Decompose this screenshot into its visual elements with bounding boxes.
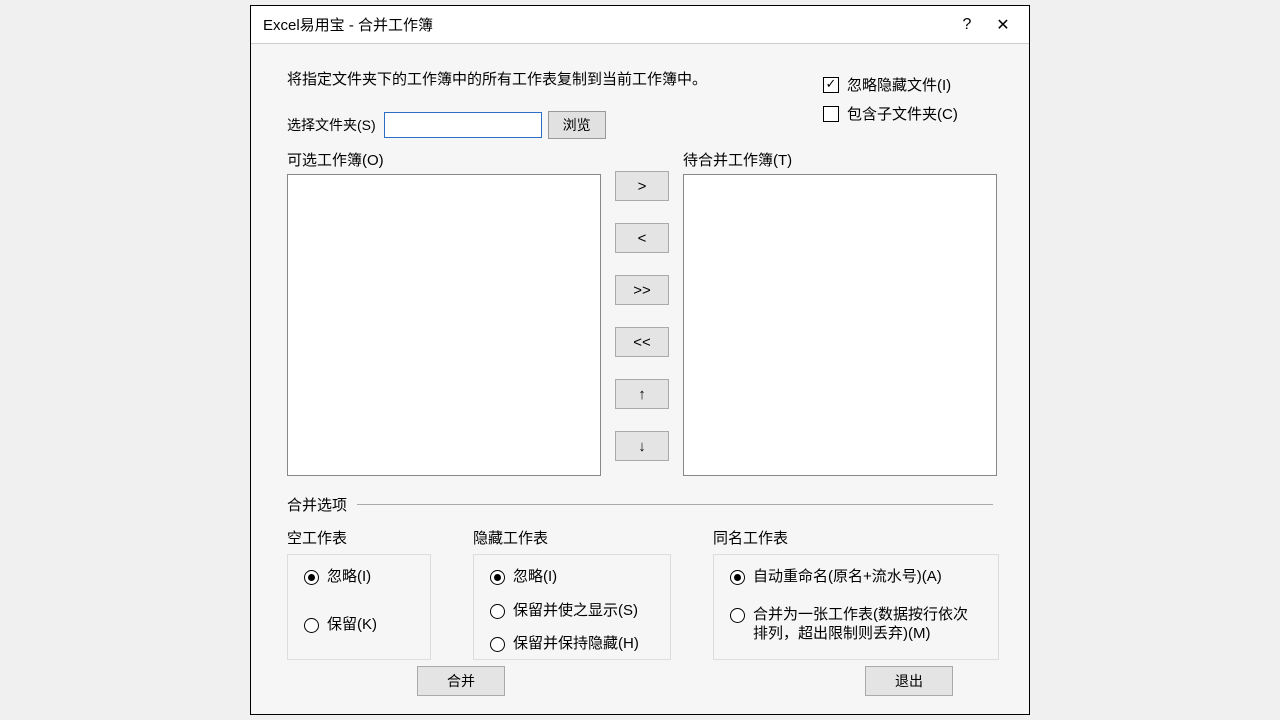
available-list-label: 可选工作簿(O) [287, 149, 601, 170]
dialog-content: 将指定文件夹下的工作簿中的所有工作表复制到当前工作簿中。 选择文件夹(S) 浏览… [251, 44, 1029, 714]
samename-merge-radio[interactable] [730, 608, 745, 623]
close-icon[interactable]: ✕ [985, 10, 1021, 40]
folder-input[interactable] [384, 112, 542, 138]
move-left-button[interactable]: < [615, 223, 669, 253]
help-icon[interactable]: ? [949, 10, 985, 40]
move-right-button[interactable]: > [615, 171, 669, 201]
hidden-ignore-radio[interactable] [490, 570, 505, 585]
hidden-show-radio[interactable] [490, 604, 505, 619]
available-listbox[interactable] [287, 174, 601, 476]
move-all-right-button[interactable]: >> [615, 275, 669, 305]
description-text: 将指定文件夹下的工作簿中的所有工作表复制到当前工作簿中。 [287, 68, 823, 89]
dialog-title: Excel易用宝 - 合并工作簿 [263, 14, 949, 35]
empty-keep-radio[interactable] [304, 618, 319, 633]
move-all-left-button[interactable]: << [615, 327, 669, 357]
samename-sheet-title: 同名工作表 [713, 527, 999, 548]
samename-merge-label: 合并为一张工作表(数据按行依次排列，超出限制则丢弃)(M) [753, 605, 982, 644]
empty-ignore-radio[interactable] [304, 570, 319, 585]
divider [357, 504, 993, 505]
hidden-keep-radio[interactable] [490, 637, 505, 652]
merge-workbooks-dialog: Excel易用宝 - 合并工作簿 ? ✕ 将指定文件夹下的工作簿中的所有工作表复… [250, 5, 1030, 715]
empty-keep-label: 保留(K) [327, 615, 377, 635]
samename-rename-label: 自动重命名(原名+流水号)(A) [753, 567, 942, 587]
move-down-button[interactable]: ↓ [615, 431, 669, 461]
selected-list-label: 待合并工作簿(T) [683, 149, 997, 170]
hidden-show-label: 保留并使之显示(S) [513, 601, 638, 621]
move-up-button[interactable]: ↑ [615, 379, 669, 409]
selected-listbox[interactable] [683, 174, 997, 476]
include-subfolders-checkbox[interactable] [823, 106, 839, 122]
include-subfolders-label: 包含子文件夹(C) [847, 103, 958, 124]
hidden-sheet-title: 隐藏工作表 [473, 527, 671, 548]
empty-sheet-title: 空工作表 [287, 527, 431, 548]
empty-ignore-label: 忽略(I) [327, 567, 371, 587]
hidden-ignore-label: 忽略(I) [513, 567, 557, 587]
ignore-hidden-checkbox[interactable] [823, 77, 839, 93]
browse-button[interactable]: 浏览 [548, 111, 606, 139]
hidden-keep-label: 保留并保持隐藏(H) [513, 634, 639, 654]
merge-options-label: 合并选项 [287, 494, 347, 515]
folder-label: 选择文件夹(S) [287, 115, 376, 135]
ignore-hidden-label: 忽略隐藏文件(I) [847, 74, 951, 95]
titlebar: Excel易用宝 - 合并工作簿 ? ✕ [251, 6, 1029, 44]
samename-rename-radio[interactable] [730, 570, 745, 585]
merge-button[interactable]: 合并 [417, 666, 505, 696]
exit-button[interactable]: 退出 [865, 666, 953, 696]
